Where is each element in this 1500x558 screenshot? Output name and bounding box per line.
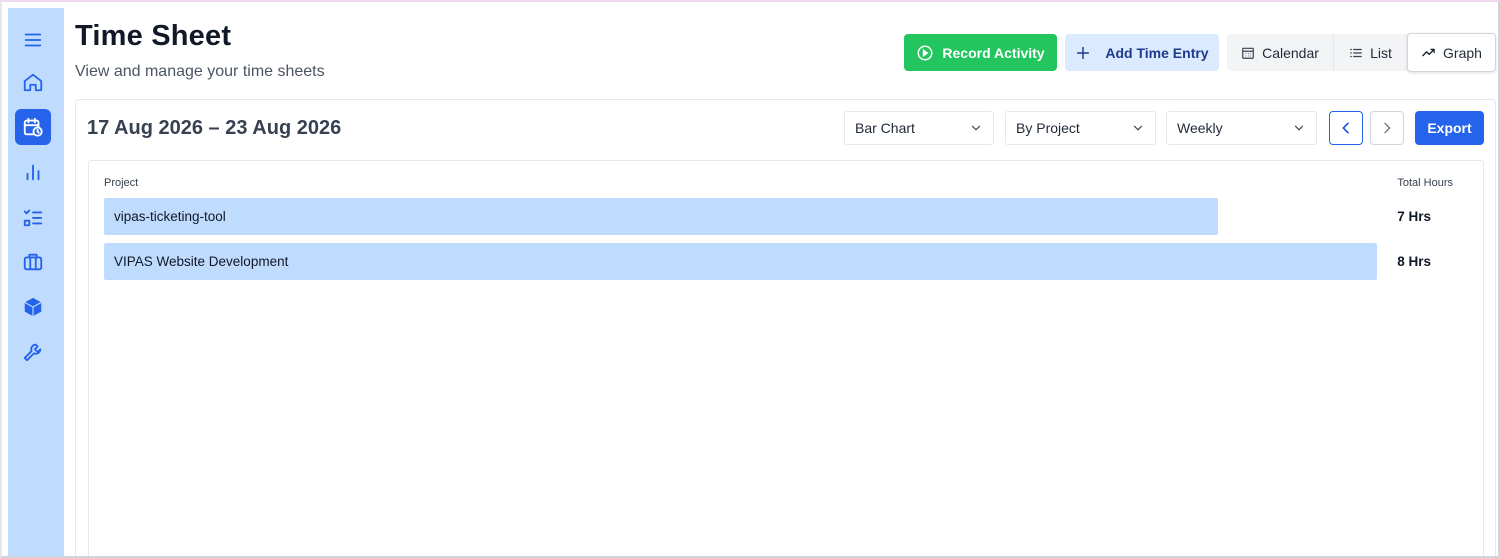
- calendar-grid-icon: [1242, 47, 1254, 59]
- home-icon[interactable]: [15, 64, 51, 100]
- export-button[interactable]: Export: [1415, 111, 1484, 145]
- checklist-icon[interactable]: [15, 199, 51, 235]
- add-time-entry-label: Add Time Entry: [1105, 44, 1209, 61]
- cube-icon[interactable]: [15, 289, 51, 325]
- bar-row[interactable]: vipas-ticketing-tool 7 Hrs: [104, 198, 1484, 235]
- period-value: Weekly: [1177, 120, 1223, 136]
- page-subtitle: View and manage your time sheets: [75, 63, 325, 80]
- view-list-button[interactable]: List: [1334, 34, 1407, 71]
- chart-type-value: Bar Chart: [855, 120, 915, 136]
- date-range: 17 Aug 2026 – 23 Aug 2026: [87, 117, 342, 139]
- bar[interactable]: [104, 198, 1218, 235]
- column-header-project: Project: [104, 177, 139, 189]
- play-circle-icon: [917, 45, 933, 60]
- wrench-icon[interactable]: [15, 334, 51, 370]
- briefcase-icon[interactable]: [15, 244, 51, 280]
- chart-type-select[interactable]: Bar Chart: [844, 111, 994, 145]
- chevron-right-icon: [1384, 122, 1391, 134]
- sidebar: [8, 8, 64, 556]
- chevron-down-icon: [971, 125, 981, 131]
- add-time-entry-button[interactable]: Add Time Entry: [1065, 34, 1219, 71]
- next-period-button[interactable]: [1370, 111, 1404, 145]
- group-by-value: By Project: [1016, 120, 1080, 136]
- chevron-left-icon: [1342, 122, 1349, 134]
- app-window: Time Sheet View and manage your time she…: [0, 0, 1500, 558]
- project-hours-chart: Project Total Hours vipas-ticketing-tool…: [88, 160, 1484, 556]
- view-calendar-button[interactable]: Calendar: [1227, 34, 1334, 71]
- previous-period-button[interactable]: [1329, 111, 1363, 145]
- view-list-label: List: [1370, 44, 1392, 61]
- chevron-down-icon: [1133, 125, 1143, 131]
- view-graph-button[interactable]: Graph: [1407, 33, 1496, 72]
- timesheet-card: 17 Aug 2026 – 23 Aug 2026 Bar Chart By P…: [75, 99, 1496, 556]
- bar-value-label: 8 Hrs: [1397, 254, 1431, 269]
- bar-chart-icon[interactable]: [15, 154, 51, 190]
- view-graph-label: Graph: [1443, 44, 1482, 61]
- record-activity-button[interactable]: Record Activity: [904, 34, 1057, 71]
- view-switcher: Calendar List Graph: [1227, 33, 1496, 72]
- bar-row[interactable]: VIPAS Website Development 8 Hrs: [104, 243, 1484, 280]
- chevron-down-icon: [1294, 125, 1304, 131]
- calendar-clock-icon[interactable]: [15, 109, 51, 145]
- period-select[interactable]: Weekly: [1166, 111, 1317, 145]
- page-title: Time Sheet: [75, 20, 232, 52]
- bar-value-label: 7 Hrs: [1397, 209, 1431, 224]
- bar-label: VIPAS Website Development: [114, 254, 289, 269]
- bar[interactable]: [104, 243, 1377, 280]
- trend-line-icon: [1422, 48, 1435, 57]
- list-icon: [1350, 48, 1362, 57]
- group-by-select[interactable]: By Project: [1005, 111, 1156, 145]
- bar-label: vipas-ticketing-tool: [114, 209, 226, 224]
- column-header-total-hours: Total Hours: [1397, 177, 1453, 189]
- menu-icon[interactable]: [15, 22, 51, 58]
- view-calendar-label: Calendar: [1262, 44, 1319, 61]
- record-activity-label: Record Activity: [942, 44, 1045, 61]
- plus-icon: [1077, 46, 1090, 59]
